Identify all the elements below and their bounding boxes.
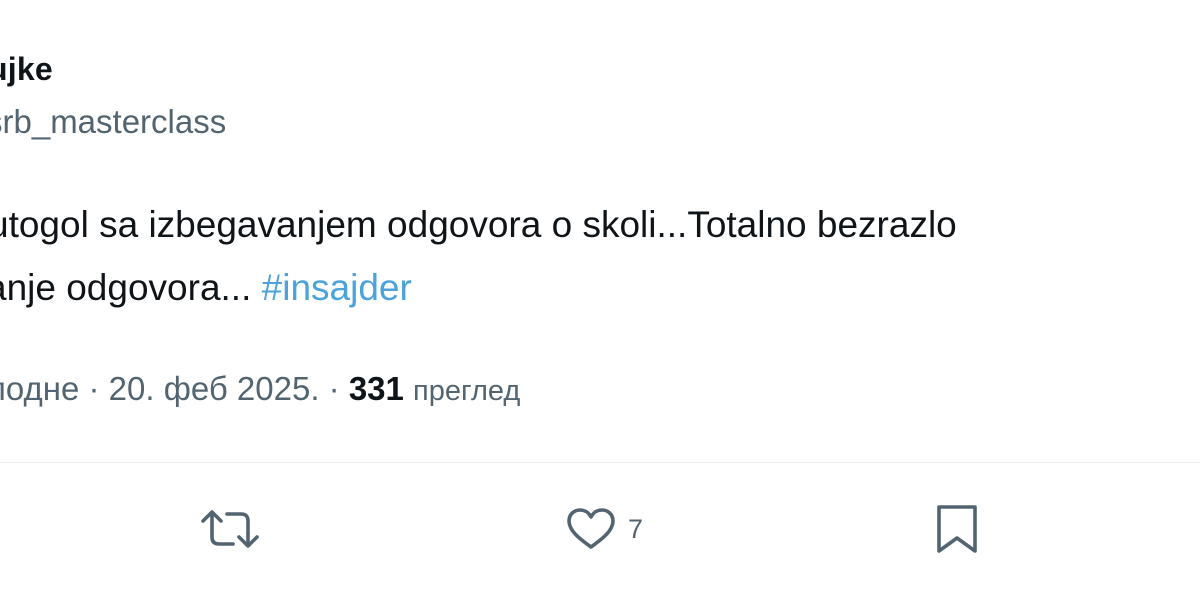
tweet-text-line-2: anje odgovora... #insajder bbox=[0, 267, 412, 309]
bookmark-icon bbox=[932, 504, 982, 554]
author-name[interactable]: ujke bbox=[0, 51, 53, 88]
bookmark-button[interactable] bbox=[932, 503, 982, 555]
tweet-meta: подне · 20. феб 2025. · 331 преглед bbox=[0, 370, 520, 408]
retweet-icon bbox=[200, 506, 260, 552]
like-button[interactable]: 7 bbox=[566, 503, 643, 555]
tweet: ujke srb_masterclass utogol sa izbegavan… bbox=[0, 0, 1200, 600]
tweet-text-line-1: utogol sa izbegavanjem odgovora o skoli.… bbox=[0, 204, 957, 245]
tweet-datetime[interactable]: подне · 20. феб 2025. · bbox=[0, 370, 349, 407]
divider bbox=[0, 462, 1200, 463]
views-count: 331 bbox=[348, 370, 404, 407]
heart-icon bbox=[566, 507, 616, 551]
author-handle[interactable]: srb_masterclass bbox=[0, 103, 226, 141]
like-count: 7 bbox=[628, 513, 644, 544]
hashtag-link[interactable]: #insajder bbox=[262, 267, 412, 308]
tweet-text-line-2-text: anje odgovora... bbox=[0, 267, 262, 308]
views-label: преглед bbox=[413, 375, 521, 407]
retweet-button[interactable] bbox=[200, 503, 260, 555]
